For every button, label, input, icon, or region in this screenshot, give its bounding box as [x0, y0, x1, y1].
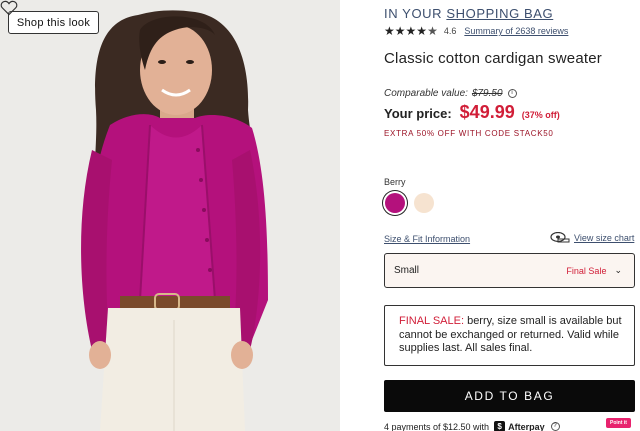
chevron-down-icon: ⌄ — [614, 265, 622, 275]
half-star-icon: ★ — [427, 24, 438, 38]
reviews-summary-link[interactable]: Summary of 2638 reviews — [464, 26, 568, 36]
bag-prefix: IN YOUR — [384, 6, 443, 21]
afterpay-text: 4 payments of $12.50 with — [384, 421, 490, 431]
add-to-bag-button[interactable]: ADD TO BAG — [384, 380, 635, 412]
swatch-berry[interactable] — [385, 193, 405, 213]
final-sale-badge: Final Sale — [566, 265, 607, 276]
product-title: Classic cotton cardigan sweater — [384, 50, 602, 67]
shopping-bag-link[interactable]: SHOPPING BAG — [446, 6, 553, 21]
color-label: Berry — [384, 177, 406, 187]
star-icon: ★ — [416, 24, 428, 38]
tape-measure-icon — [550, 232, 570, 243]
size-chart-label: View size chart — [574, 232, 635, 243]
afterpay-row: 4 payments of $12.50 with $ Afterpay ? — [384, 421, 560, 431]
rating-row: ★ ★ ★ ★ ★ 4.6 Summary of 2638 reviews — [384, 25, 568, 37]
size-selected-value: Small — [394, 265, 420, 276]
afterpay-logo[interactable]: $ Afterpay — [494, 421, 545, 431]
point-it-badge[interactable]: Point it like — [606, 418, 631, 431]
comparable-value: Comparable value: $79.50 i — [384, 88, 517, 99]
final-sale-notice: FINAL SALE: berry, size small is availab… — [384, 305, 635, 366]
comparable-price: $79.50 — [471, 88, 503, 99]
rating-value: 4.6 — [443, 26, 457, 36]
discount-percent: (37% off) — [521, 110, 560, 120]
price-row: Your price: $49.99 (37% off) — [384, 102, 560, 123]
info-icon[interactable]: i — [507, 89, 517, 98]
model-illustration — [0, 0, 340, 431]
swatch-cream[interactable] — [414, 193, 434, 213]
bag-status-line: IN YOUR SHOPPING BAG — [384, 6, 553, 21]
your-price-label: Your price: — [384, 106, 452, 121]
star-icon: ★ — [394, 24, 406, 38]
size-dropdown[interactable]: Small Final Sale ⌄ — [384, 253, 635, 288]
help-icon[interactable]: ? — [550, 422, 560, 431]
product-photo[interactable]: Shop this look — [0, 0, 340, 431]
afterpay-icon: $ — [494, 421, 506, 431]
afterpay-label: Afterpay — [508, 421, 545, 431]
sale-price: $49.99 — [459, 102, 515, 122]
comparable-label: Comparable value: — [384, 88, 468, 99]
heart-icon[interactable] — [0, 0, 18, 16]
product-details-panel: IN YOUR SHOPPING BAG ★ ★ ★ ★ ★ 4.6 Summa… — [340, 0, 640, 431]
shop-this-look-button[interactable]: Shop this look — [8, 11, 99, 34]
final-sale-label: FINAL SALE: — [399, 315, 465, 327]
size-fit-link[interactable]: Size & Fit Information — [384, 234, 470, 244]
star-icon: ★ — [384, 24, 395, 38]
star-rating: ★ ★ ★ ★ ★ — [384, 25, 438, 37]
promo-code-text: EXTRA 50% OFF WITH CODE STACK50 — [384, 129, 554, 138]
size-chart-link[interactable]: View size chart — [550, 232, 634, 243]
star-icon: ★ — [405, 24, 417, 38]
